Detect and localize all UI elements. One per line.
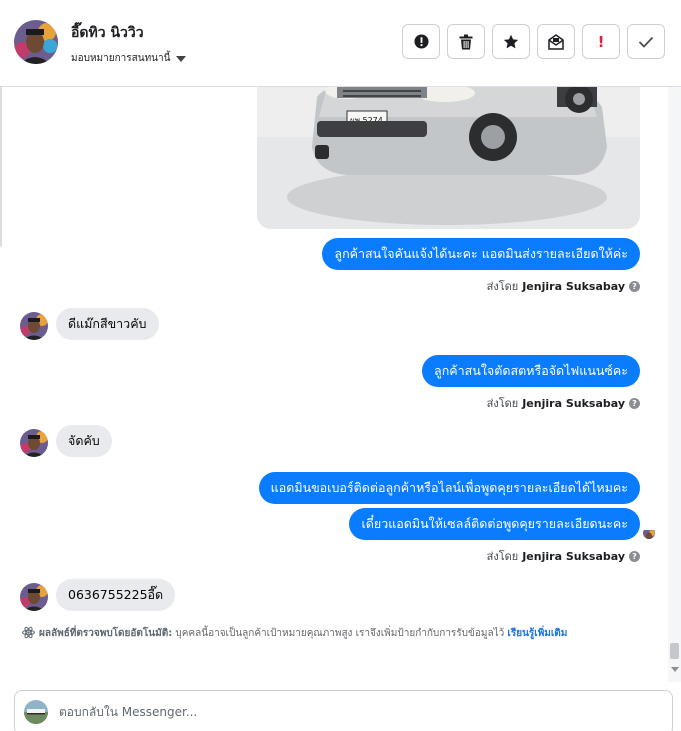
- incoming-message[interactable]: จัดคับ: [56, 425, 112, 457]
- reply-composer[interactable]: [14, 690, 673, 731]
- sent-by-prefix: ส่งโดย: [486, 397, 519, 410]
- mark-done-button[interactable]: [627, 24, 665, 59]
- alert-circle-icon: [413, 34, 429, 49]
- check-icon: [638, 36, 654, 48]
- sent-by-prefix: ส่งโดย: [486, 280, 519, 293]
- outgoing-message[interactable]: แอดมินขอเบอร์ติดต่อลูกค้าหรือไลน์เพื่อพู…: [258, 472, 640, 504]
- message-thread: ผพ 5274 ลูกค้าสนใจคันแจ้งได้นะคะ แอดมินส…: [4, 87, 668, 682]
- contact-avatar-small[interactable]: [20, 429, 48, 457]
- sent-by-label: ส่งโดย Jenjira Suksabay ?: [487, 547, 640, 565]
- sender-name[interactable]: Jenjira Suksabay: [522, 397, 625, 410]
- seen-receipt-avatar: [643, 527, 655, 539]
- contact-avatar-small[interactable]: [20, 312, 48, 340]
- auto-detection-note: ผลลัพธ์ที่ตรวจพบโดยอัตโนมัติ: บุคคลนี้อา…: [22, 625, 642, 642]
- learn-more-link[interactable]: เรียนรู้เพิ่มเติม: [507, 628, 567, 639]
- thread-scrollbar[interactable]: [668, 87, 681, 682]
- mark-unread-button[interactable]: [537, 24, 575, 59]
- incoming-message[interactable]: ดีแม๊กสีขาวคับ: [56, 308, 159, 340]
- messenger-inbox-thread: อี๊ดทิว นิววิว มอบหมายการสนทนานี้ ! ผพ 5…: [0, 0, 681, 731]
- car-photo-attachment[interactable]: ผพ 5274: [257, 87, 640, 229]
- scroll-down-arrow-icon[interactable]: [671, 667, 679, 672]
- conversation-actions: !: [402, 24, 665, 59]
- info-icon[interactable]: ?: [629, 397, 640, 409]
- assign-conversation-dropdown[interactable]: มอบหมายการสนทนานี้: [71, 51, 187, 66]
- outgoing-message[interactable]: ลูกค้าสนใจคันแจ้งได้นะคะ แอดมินส่งรายละเ…: [322, 238, 640, 270]
- contact-avatar[interactable]: [14, 20, 58, 64]
- contact-avatar-small[interactable]: [20, 583, 48, 611]
- trash-icon: [459, 34, 473, 49]
- conversation-header: อี๊ดทิว นิววิว มอบหมายการสนทนานี้ !: [0, 0, 681, 87]
- left-divider: [0, 87, 2, 247]
- sender-name[interactable]: Jenjira Suksabay: [522, 550, 625, 563]
- sent-by-label: ส่งโดย Jenjira Suksabay ?: [487, 394, 640, 412]
- auto-detection-body: บุคคลนี้อาจเป็นลูกค้าเป้าหมายคุณภาพสูง เ…: [175, 628, 505, 639]
- info-icon[interactable]: ?: [629, 550, 640, 562]
- sender-name[interactable]: Jenjira Suksabay: [522, 280, 625, 293]
- auto-detection-title: ผลลัพธ์ที่ตรวจพบโดยอัตโนมัติ:: [39, 628, 173, 639]
- star-icon: [503, 34, 519, 48]
- outgoing-message[interactable]: ลูกค้าสนใจตัดสตหรือจัดไฟแนนซ์คะ: [422, 355, 640, 387]
- report-button[interactable]: [402, 24, 440, 59]
- page-avatar: [24, 700, 48, 724]
- incoming-message[interactable]: 0636755225อี๊ด: [56, 579, 176, 611]
- sent-by-label: ส่งโดย Jenjira Suksabay ?: [487, 277, 640, 295]
- contact-name[interactable]: อี๊ดทิว นิววิว: [71, 22, 144, 44]
- mark-spam-button[interactable]: !: [582, 24, 620, 59]
- outgoing-message[interactable]: เดี๋ยวแอดมินให้เซลล์ติดต่อพูดคุยรายละเอี…: [349, 508, 640, 540]
- caret-down-icon: [176, 56, 187, 62]
- atom-icon: [22, 626, 35, 639]
- reply-input[interactable]: [59, 705, 559, 719]
- info-icon[interactable]: ?: [629, 280, 640, 292]
- delete-button[interactable]: [447, 24, 485, 59]
- mark-unread-icon: [548, 33, 564, 50]
- spam-exclamation-icon: !: [597, 32, 605, 51]
- sent-by-prefix: ส่งโดย: [486, 550, 519, 563]
- assign-label: มอบหมายการสนทนานี้: [71, 53, 171, 64]
- scrollbar-thumb[interactable]: [670, 643, 679, 659]
- star-button[interactable]: [492, 24, 530, 59]
